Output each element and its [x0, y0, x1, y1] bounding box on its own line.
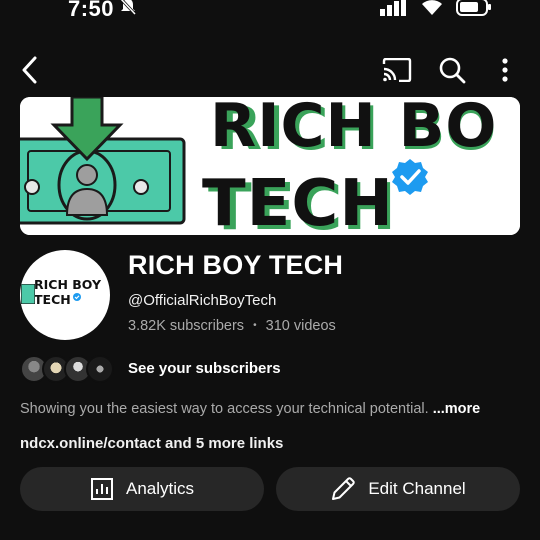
status-bar: 7:50 [0, 0, 540, 28]
stats-separator: • [253, 320, 257, 331]
verified-badge-icon [392, 159, 428, 195]
search-icon [439, 57, 466, 84]
channel-handle: @OfficialRichBoyTech [128, 292, 277, 309]
avatar-line1: RICH BOY [34, 277, 102, 292]
description-text: Showing you the easiest way to access yo… [20, 401, 429, 417]
subscriber-count: 3.82K subscribers [128, 318, 245, 334]
wifi-icon [422, 0, 442, 15]
cast-button[interactable] [380, 54, 414, 86]
avatar-logo: RICH BOY TECH [34, 277, 101, 307]
avatar-line2: TECH [34, 292, 71, 307]
edit-channel-button[interactable]: Edit Channel [276, 467, 520, 511]
channel-stats: 3.82K subscribers • 310 videos [128, 318, 336, 334]
back-icon [22, 56, 37, 84]
channel-links[interactable]: ndcx.online/contact and 5 more links [20, 435, 283, 452]
battery-icon [456, 0, 491, 16]
channel-banner[interactable]: RICH BO TECH RICH BO TECH [20, 97, 520, 235]
analytics-icon [90, 478, 113, 500]
video-count: 310 videos [265, 318, 336, 334]
cast-icon [382, 58, 412, 82]
channel-name: RICH BOY TECH [128, 250, 344, 280]
more-options-button[interactable] [494, 54, 516, 86]
analytics-label: Analytics [125, 479, 195, 498]
bell-off-icon [119, 0, 137, 16]
avatar-bill-icon [21, 284, 35, 304]
description-more-link[interactable]: ...more [433, 401, 481, 417]
verified-badge-small-icon [72, 292, 81, 301]
edit-channel-label: Edit Channel [368, 479, 466, 498]
channel-description[interactable]: Showing you the easiest way to access yo… [20, 401, 480, 417]
banner-title-line2: TECH [202, 167, 394, 235]
more-vertical-icon [502, 58, 508, 82]
banner-title-line1: RICH BO [210, 97, 498, 161]
signal-icon [380, 0, 406, 16]
analytics-button[interactable]: Analytics [20, 467, 264, 511]
subscriber-avatar [86, 355, 114, 383]
channel-avatar[interactable]: RICH BOY TECH [20, 250, 110, 340]
see-subscribers-label: See your subscribers [128, 360, 281, 377]
see-subscribers-row[interactable]: See your subscribers [20, 354, 420, 384]
top-bar [0, 48, 540, 92]
subscriber-avatars [20, 354, 120, 384]
status-time: 7:50 [68, 0, 115, 21]
pencil-icon [332, 477, 356, 500]
back-button[interactable] [14, 54, 44, 86]
search-button[interactable] [436, 54, 468, 86]
status-icons [380, 0, 492, 16]
avatar-line2-row: TECH [34, 292, 101, 307]
